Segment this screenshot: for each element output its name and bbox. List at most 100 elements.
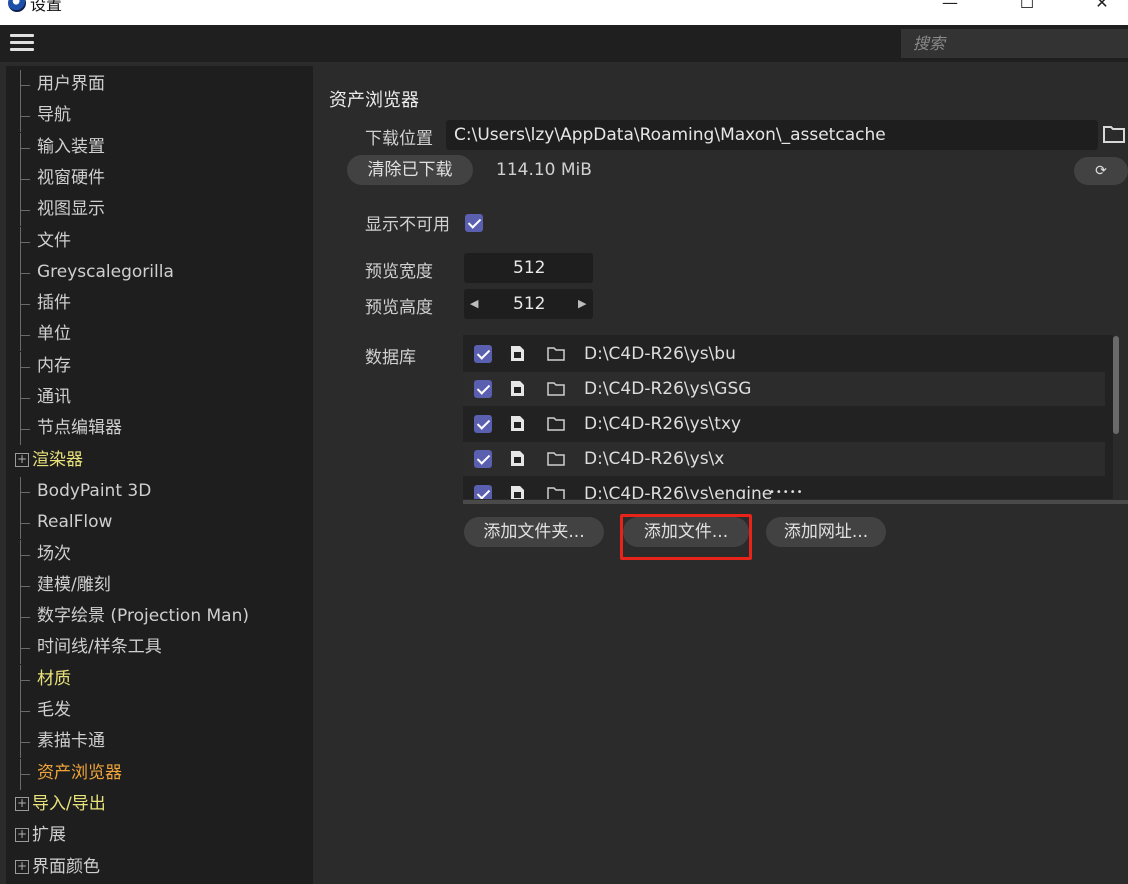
folder-browse-icon[interactable] bbox=[1102, 122, 1126, 146]
database-enabled-checkbox[interactable] bbox=[474, 450, 492, 468]
tree-branch-line bbox=[20, 320, 30, 352]
sidebar-item-label: 用户界面 bbox=[37, 74, 105, 94]
sidebar-item[interactable]: + 渲染器 bbox=[6, 446, 313, 474]
decrement-arrow-icon[interactable]: ◀ bbox=[470, 289, 478, 319]
database-path: D:\C4D-R26\ys\bu bbox=[584, 344, 736, 364]
sidebar-item[interactable]: 建模/雕刻 bbox=[6, 570, 313, 602]
asset-browser-panel: 资产浏览器 下载位置 C:\Users\lzy\AppData\Roaming\… bbox=[313, 62, 1128, 884]
sidebar-item[interactable]: + 导入/导出 bbox=[6, 790, 313, 818]
sidebar-item-label: 导入/导出 bbox=[32, 793, 106, 814]
sidebar-item-label: 建模/雕刻 bbox=[37, 574, 111, 595]
tree-branch-line bbox=[20, 101, 30, 133]
show-unavailable-checkbox[interactable] bbox=[465, 214, 483, 232]
database-path: D:\C4D-R26\ys\engine bbox=[584, 484, 773, 499]
preview-width-field[interactable]: 512 bbox=[464, 253, 593, 283]
search-input[interactable] bbox=[901, 29, 1128, 58]
sidebar-item[interactable]: 视图显示 bbox=[6, 195, 313, 227]
sidebar-item[interactable]: 毛发 bbox=[6, 696, 313, 727]
database-list[interactable]: D:\C4D-R26\ys\bu D:\C4D-R26\ys\GSG D:\C4D-… bbox=[463, 335, 1113, 499]
expand-icon[interactable]: + bbox=[15, 452, 29, 467]
maximize-button[interactable]: ☐ bbox=[1012, 0, 1042, 16]
resize-grip-icon[interactable]: ••••• bbox=[769, 488, 803, 498]
sidebar-item-label: 数字绘景 (Projection Man) bbox=[37, 606, 249, 627]
add-folder-button[interactable]: 添加文件夹... bbox=[464, 517, 604, 547]
sidebar-item[interactable]: 通讯 bbox=[6, 383, 313, 414]
database-row[interactable]: D:\C4D-R26\ys\txy bbox=[463, 407, 1105, 441]
database-enabled-checkbox[interactable] bbox=[474, 380, 492, 398]
top-toolbar bbox=[0, 25, 1128, 62]
tree-branch-line bbox=[20, 570, 30, 602]
sidebar-item[interactable]: 节点编辑器 bbox=[6, 414, 313, 446]
clear-downloads-button[interactable]: 清除已下载 bbox=[347, 155, 473, 185]
sidebar-item[interactable]: 插件 bbox=[6, 289, 313, 321]
folder-icon bbox=[547, 487, 565, 499]
tree-branch-line bbox=[20, 257, 30, 289]
tree-branch-line bbox=[20, 195, 30, 227]
tree-branch-line bbox=[20, 414, 30, 446]
database-enabled-checkbox[interactable] bbox=[474, 485, 492, 499]
title-bar: 设置 — ☐ ✕ bbox=[0, 0, 1128, 25]
increment-arrow-icon[interactable]: ▶ bbox=[578, 289, 586, 319]
refresh-icon: ⟳ bbox=[1095, 163, 1107, 179]
sidebar-item[interactable]: + 界面颜色 bbox=[6, 853, 313, 881]
sidebar-item-label: 材质 bbox=[37, 668, 71, 689]
close-button[interactable]: ✕ bbox=[1087, 0, 1117, 16]
tree-branch-line bbox=[20, 289, 30, 321]
sidebar-item[interactable]: 场次 bbox=[6, 539, 313, 571]
download-path-field[interactable]: C:\Users\lzy\AppData\Roaming\Maxon\_asse… bbox=[446, 120, 1098, 150]
tree-branch-line bbox=[20, 633, 30, 665]
sidebar-item[interactable]: 导航 bbox=[6, 101, 313, 133]
sidebar-item[interactable]: 文件 bbox=[6, 226, 313, 258]
sidebar-item[interactable]: 输入装置 bbox=[6, 132, 313, 164]
sidebar-item-label: 渲染器 bbox=[32, 449, 83, 470]
list-resize-divider[interactable] bbox=[463, 500, 1128, 504]
add-url-button[interactable]: 添加网址... bbox=[766, 517, 886, 547]
database-label: 数据库 bbox=[365, 348, 416, 368]
sidebar-item[interactable]: 内存 bbox=[6, 351, 313, 383]
hamburger-menu-icon[interactable] bbox=[10, 34, 34, 52]
database-path: D:\C4D-R26\ys\GSG bbox=[584, 379, 752, 399]
folder-icon bbox=[547, 382, 565, 396]
folder-icon bbox=[547, 347, 565, 361]
sidebar-item[interactable]: RealFlow bbox=[6, 508, 313, 540]
sidebar-item[interactable]: 用户界面 bbox=[6, 70, 313, 101]
sidebar-item[interactable]: 时间线/样条工具 bbox=[6, 633, 313, 665]
tree-branch-line bbox=[20, 696, 30, 727]
sidebar-item[interactable]: 数字绘景 (Projection Man) bbox=[6, 602, 313, 634]
sidebar-item-label: 素描卡通 bbox=[37, 731, 105, 752]
expand-icon[interactable]: + bbox=[15, 859, 29, 874]
refresh-button[interactable]: ⟳ bbox=[1074, 157, 1128, 185]
sidebar-item-label: 扩展 bbox=[32, 825, 66, 846]
minimize-button[interactable]: — bbox=[935, 0, 965, 16]
window-title: 设置 bbox=[30, 0, 63, 14]
database-row[interactable]: D:\C4D-R26\ys\bu bbox=[463, 337, 1105, 371]
folder-icon bbox=[547, 452, 565, 466]
sidebar-item[interactable]: BodyPaint 3D bbox=[6, 476, 313, 508]
sidebar-item[interactable]: 材质 bbox=[6, 664, 313, 696]
database-enabled-checkbox[interactable] bbox=[474, 345, 492, 363]
downloads-size: 114.10 MiB bbox=[496, 160, 592, 180]
expand-icon[interactable]: + bbox=[15, 796, 29, 811]
preview-height-stepper[interactable]: ◀ 512 ▶ bbox=[464, 289, 593, 319]
tree-branch-line bbox=[20, 539, 30, 571]
database-row[interactable]: D:\C4D-R26\ys\x bbox=[463, 442, 1105, 476]
sidebar-item[interactable]: + 扩展 bbox=[6, 821, 313, 849]
tree-branch-line bbox=[20, 163, 30, 195]
sidebar-item-label: 场次 bbox=[37, 543, 71, 564]
file-icon bbox=[511, 451, 524, 466]
sidebar-item-label: 内存 bbox=[37, 355, 71, 376]
tree-branch-line bbox=[20, 758, 30, 790]
cinema4d-logo-icon bbox=[8, 0, 26, 12]
database-enabled-checkbox[interactable] bbox=[474, 415, 492, 433]
database-row[interactable]: D:\C4D-R26\ys\GSG bbox=[463, 372, 1105, 406]
sidebar-item[interactable]: 资产浏览器 bbox=[6, 758, 313, 790]
sidebar-item[interactable]: 单位 bbox=[6, 320, 313, 352]
expand-icon[interactable]: + bbox=[15, 828, 29, 843]
sidebar-item[interactable]: 素描卡通 bbox=[6, 727, 313, 759]
sidebar-item-label: 毛发 bbox=[37, 700, 71, 720]
sidebar-item-label: 节点编辑器 bbox=[37, 418, 122, 439]
sidebar-item[interactable]: 视窗硬件 bbox=[6, 163, 313, 195]
sidebar-item[interactable]: Greyscalegorilla bbox=[6, 257, 313, 289]
sidebar-item-label: 时间线/样条工具 bbox=[37, 637, 162, 658]
database-list-scrollbar[interactable] bbox=[1113, 336, 1119, 434]
